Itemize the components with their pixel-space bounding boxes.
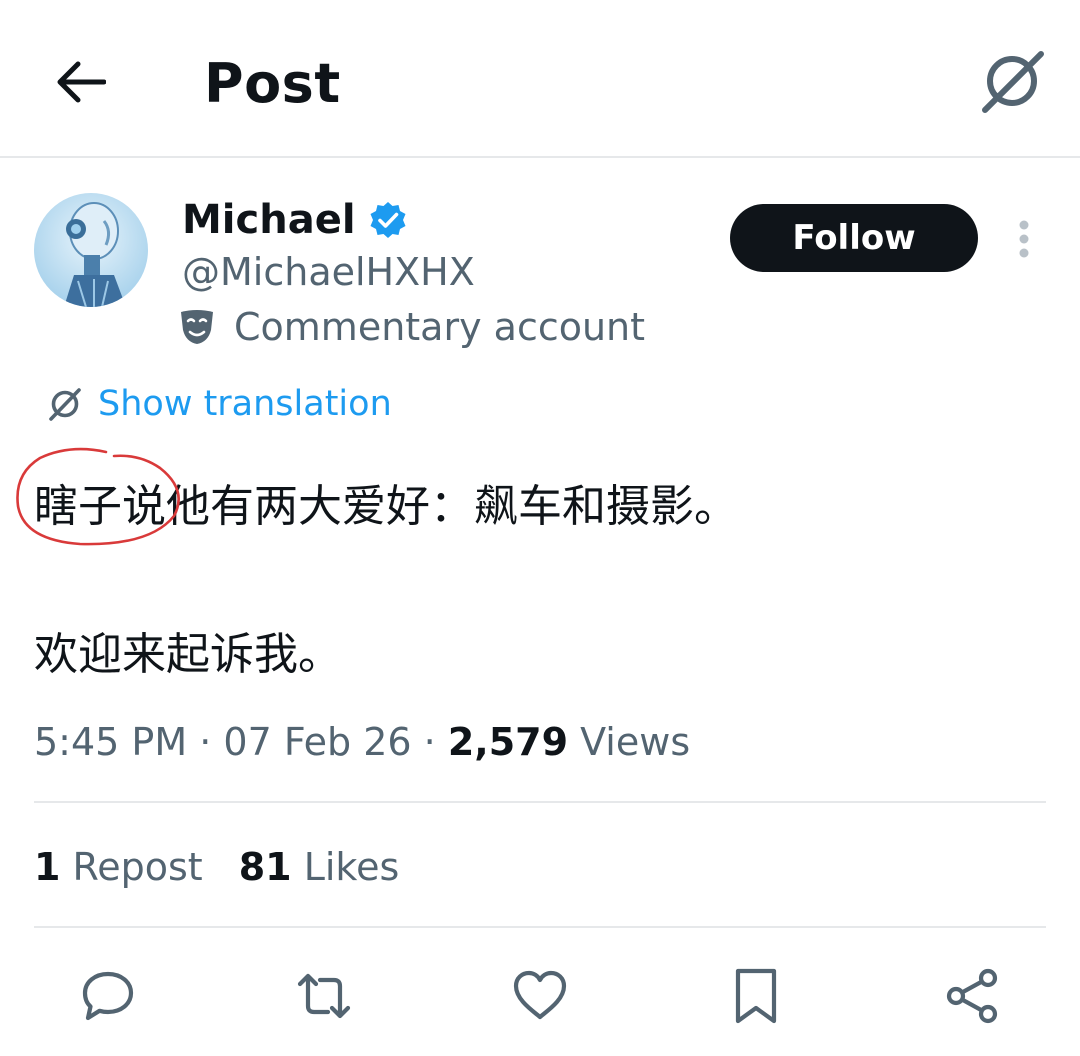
post-meta: 5:45 PM · 07 Feb 26 · 2,579 Views bbox=[34, 720, 690, 764]
post-text-line-2: 欢迎来起诉我。 bbox=[34, 629, 342, 680]
avatar[interactable] bbox=[34, 193, 148, 307]
top-bar: Post bbox=[0, 0, 1080, 158]
meta-separator: · bbox=[199, 720, 212, 764]
reposts-label: Repost bbox=[72, 845, 203, 889]
reply-icon bbox=[82, 971, 134, 1021]
bookmark-button[interactable] bbox=[720, 960, 792, 1032]
reply-button[interactable] bbox=[72, 960, 144, 1032]
author-name-row[interactable]: Michael bbox=[182, 197, 408, 243]
repost-button[interactable] bbox=[288, 960, 360, 1032]
show-translation-label[interactable]: Show translation bbox=[98, 384, 392, 424]
account-label-text: Commentary account bbox=[234, 305, 646, 349]
verified-badge-icon bbox=[370, 202, 406, 238]
action-bar bbox=[0, 960, 1080, 1032]
like-button[interactable] bbox=[504, 960, 576, 1032]
views-count: 2,579 bbox=[447, 720, 569, 764]
divider bbox=[34, 801, 1046, 803]
account-label: Commentary account bbox=[178, 305, 645, 349]
likes-stat[interactable]: 81 Likes bbox=[239, 845, 400, 889]
bookmark-icon bbox=[735, 968, 777, 1024]
translate-icon bbox=[49, 388, 81, 421]
follow-button[interactable]: Follow bbox=[730, 204, 978, 272]
engagement-stats: 1 Repost 81 Likes bbox=[34, 845, 399, 889]
page-title: Post bbox=[204, 52, 341, 115]
post-date[interactable]: 07 Feb 26 bbox=[223, 720, 411, 764]
reposts-count: 1 bbox=[34, 845, 61, 889]
more-options-button[interactable] bbox=[1004, 214, 1044, 264]
author-handle[interactable]: @MichaelHXHX bbox=[182, 250, 475, 294]
share-button[interactable] bbox=[936, 960, 1008, 1032]
back-button[interactable] bbox=[48, 50, 112, 114]
translate-button[interactable] bbox=[974, 46, 1050, 116]
divider bbox=[34, 926, 1046, 928]
author-display-name[interactable]: Michael bbox=[182, 197, 356, 243]
share-icon bbox=[946, 968, 998, 1024]
theater-mask-icon bbox=[181, 310, 213, 344]
repost-icon bbox=[297, 973, 351, 1019]
arrow-left-icon bbox=[57, 61, 106, 103]
translate-icon bbox=[982, 51, 1044, 113]
like-icon bbox=[513, 970, 567, 1020]
views-label: Views bbox=[580, 720, 691, 764]
reposts-stat[interactable]: 1 Repost bbox=[34, 845, 203, 889]
likes-count: 81 bbox=[238, 845, 292, 889]
robot-avatar-icon bbox=[34, 193, 148, 307]
more-vertical-icon bbox=[1019, 220, 1029, 258]
post-text-line-1: 瞎子说他有两大爱好：飙车和摄影。 bbox=[34, 481, 738, 532]
meta-separator: · bbox=[423, 720, 436, 764]
likes-label: Likes bbox=[303, 845, 400, 889]
post-time[interactable]: 5:45 PM bbox=[34, 720, 187, 764]
show-translation-link[interactable]: Show translation bbox=[46, 384, 392, 424]
